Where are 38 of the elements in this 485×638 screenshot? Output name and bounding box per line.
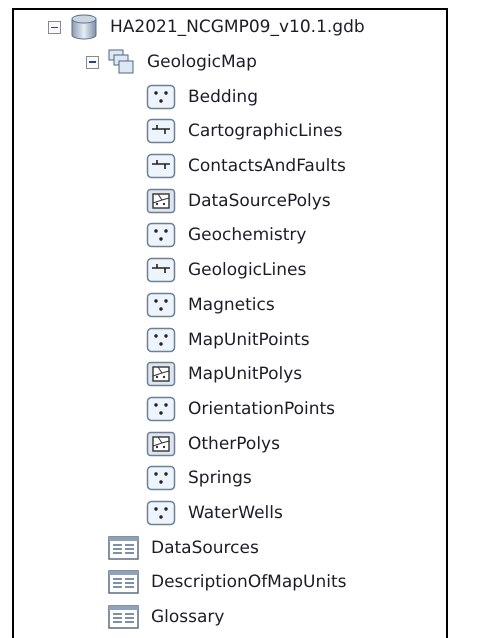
tree-item-label[interactable]: OrientationPoints xyxy=(188,398,336,419)
polygon-layer-icon xyxy=(146,430,176,457)
tree-item-label[interactable]: MapUnitPolys xyxy=(188,364,302,384)
point-layer-icon xyxy=(146,500,176,526)
collapse-toggle[interactable] xyxy=(86,56,99,69)
tree-item-label[interactable]: MapUnitPoints xyxy=(188,330,310,350)
line-layer-icon xyxy=(146,257,176,284)
table-icon xyxy=(108,570,139,594)
point-layer-icon xyxy=(146,222,176,248)
tree-item-label[interactable]: Glossary xyxy=(151,607,224,628)
tree-item-label[interactable]: GeologicLines xyxy=(188,260,306,280)
line-layer-icon xyxy=(146,153,176,180)
tree-item-label[interactable]: DataSources xyxy=(151,538,259,558)
tree-item-label[interactable]: DescriptionOfMapUnits xyxy=(151,572,347,592)
collapse-toggle[interactable] xyxy=(48,20,61,34)
point-layer-icon xyxy=(146,396,176,422)
tree-item-label[interactable]: HA2021_NCGMP09_v10.1.gdb xyxy=(110,17,365,38)
tree-item-label[interactable]: ContactsAndFaults xyxy=(188,156,346,176)
table-icon xyxy=(108,605,139,630)
feature-dataset-icon xyxy=(108,49,135,76)
tree-item-label[interactable]: Geochemistry xyxy=(188,225,306,246)
point-layer-icon xyxy=(146,326,176,353)
tree-item-label[interactable]: GeologicMap xyxy=(147,52,257,72)
polygon-layer-icon xyxy=(146,188,176,214)
table-icon xyxy=(108,536,139,560)
tree-item-label[interactable]: Bedding xyxy=(188,86,258,107)
point-layer-icon xyxy=(146,292,176,318)
tree-item-label[interactable]: CartographicLines xyxy=(188,121,342,142)
tree-item-label[interactable]: Springs xyxy=(188,468,252,488)
polygon-layer-icon xyxy=(146,361,176,388)
line-layer-icon xyxy=(146,118,176,144)
point-layer-icon xyxy=(146,84,176,110)
tree-item-label[interactable]: DataSourcePolys xyxy=(188,190,331,211)
database-icon xyxy=(70,14,98,40)
tree-item-label[interactable]: WaterWells xyxy=(188,502,283,523)
tree-item-label[interactable]: OtherPolys xyxy=(188,434,280,454)
point-layer-icon xyxy=(146,465,176,492)
tree-item-label[interactable]: Magnetics xyxy=(188,294,275,315)
